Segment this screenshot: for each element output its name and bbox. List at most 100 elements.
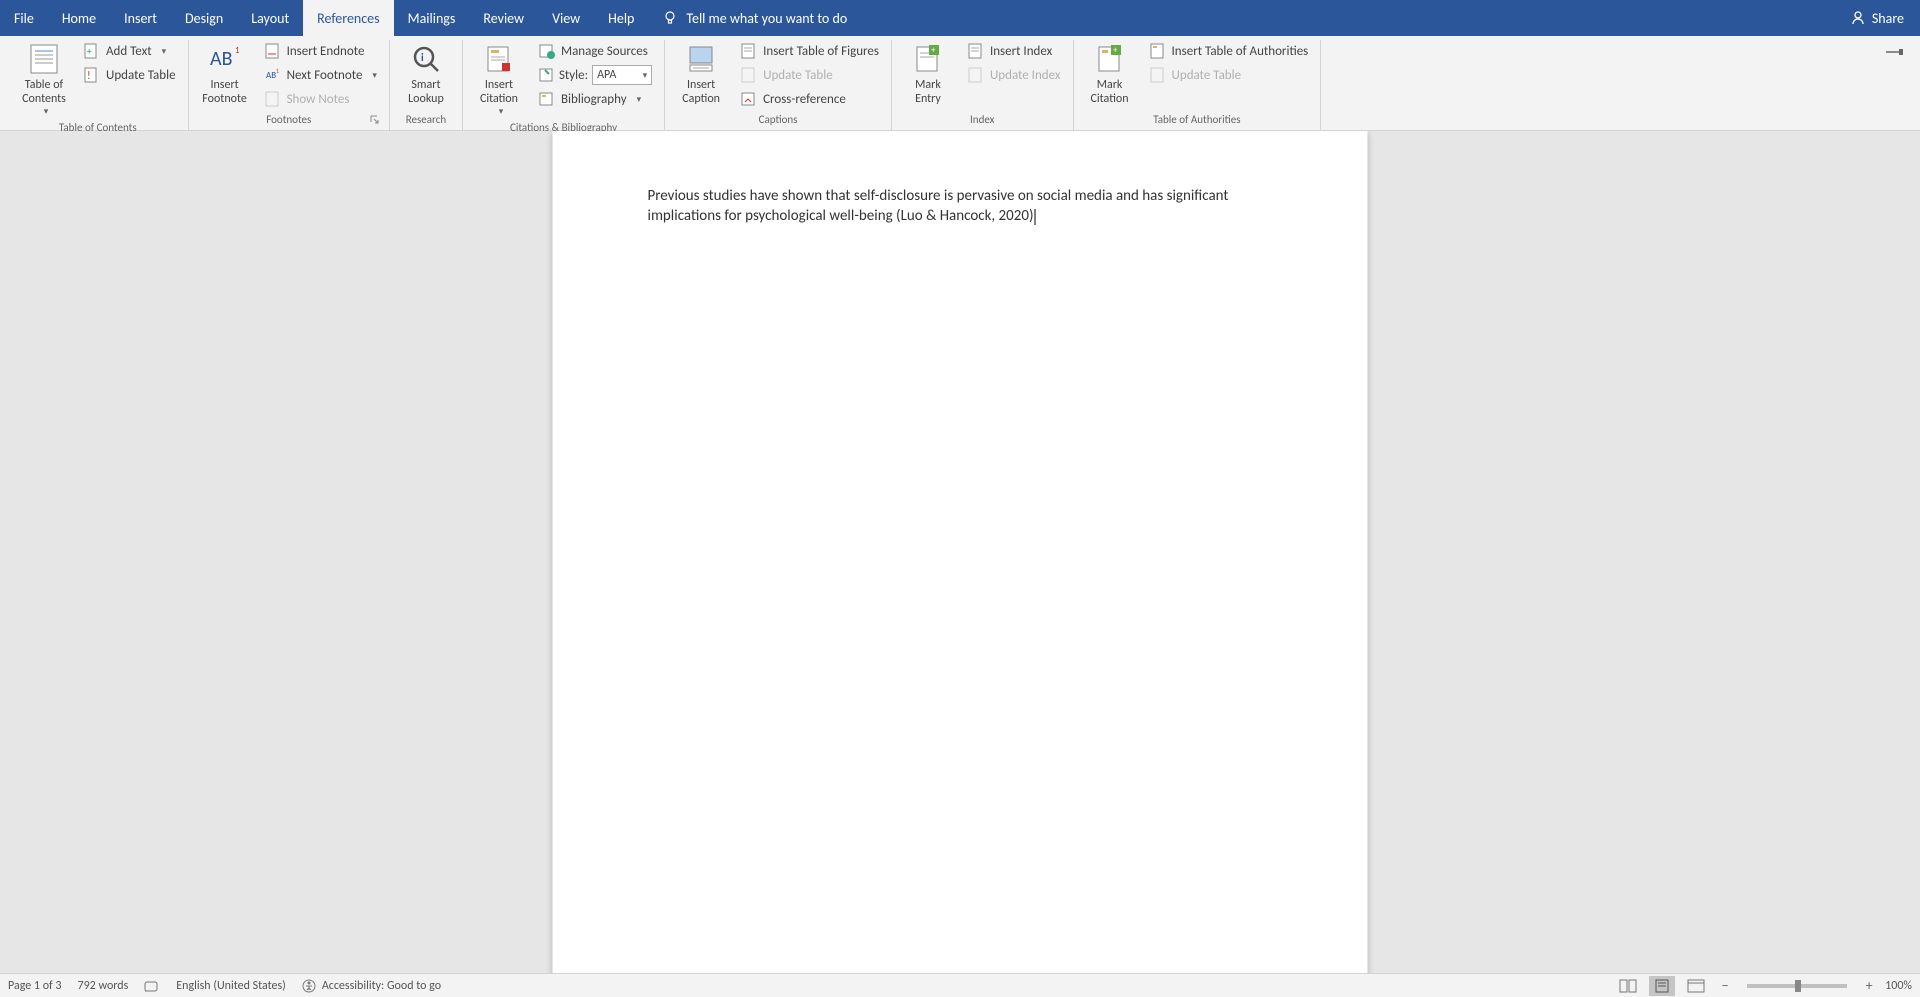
read-mode-icon: [1619, 979, 1637, 993]
show-notes-icon: [265, 91, 281, 107]
table-of-contents-button[interactable]: Table of Contents ▾: [14, 40, 74, 119]
web-layout-icon: [1687, 979, 1705, 993]
style-icon: [539, 67, 555, 83]
collapse-ribbon-icon[interactable]: [1886, 46, 1904, 58]
chevron-down-icon: ▾: [162, 46, 167, 57]
footnotes-dialog-launcher[interactable]: [369, 114, 381, 126]
tab-insert[interactable]: Insert: [110, 0, 171, 36]
web-layout-button[interactable]: [1683, 976, 1709, 996]
chevron-down-icon: ▾: [643, 70, 648, 81]
update-table-button[interactable]: ! Update Table: [78, 64, 182, 86]
tell-me-search[interactable]: Tell me what you want to do: [648, 0, 861, 36]
insert-table-of-figures-button[interactable]: Insert Table of Figures: [735, 40, 885, 62]
endnote-icon: [265, 43, 281, 59]
group-captions: Insert Caption Insert Table of Figures U…: [665, 40, 892, 130]
svg-text:1: 1: [235, 45, 240, 56]
tab-file[interactable]: File: [0, 0, 48, 36]
tab-home[interactable]: Home: [48, 0, 110, 36]
insert-table-of-authorities-button[interactable]: Insert Table of Authorities: [1144, 40, 1315, 62]
insert-index-icon: [968, 43, 984, 59]
smart-lookup-button[interactable]: i Smart Lookup: [396, 40, 456, 108]
status-page[interactable]: Page 1 of 3: [8, 979, 62, 993]
citation-style-select[interactable]: APA ▾: [592, 65, 652, 85]
tab-mailings[interactable]: Mailings: [394, 0, 470, 36]
citation-icon: [482, 42, 516, 76]
authorities-update-table-button: Update Table: [1144, 64, 1315, 86]
group-index: + Mark Entry Insert Index Update Index I…: [892, 40, 1074, 130]
group-footnotes: AB1 Insert Footnote Insert Endnote AB1 N…: [189, 40, 390, 130]
next-footnote-button[interactable]: AB1 Next Footnote ▾: [259, 64, 383, 86]
tab-references[interactable]: References: [303, 0, 393, 36]
cross-reference-button[interactable]: Cross-reference: [735, 88, 885, 110]
citation-style-row: Style: APA ▾: [533, 64, 658, 86]
zoom-out-button[interactable]: −: [1717, 977, 1733, 994]
group-research: i Smart Lookup Research: [390, 40, 463, 130]
table-of-figures-icon: [741, 43, 757, 59]
lightbulb-icon: [662, 10, 678, 26]
insert-caption-button[interactable]: Insert Caption: [671, 40, 731, 108]
insert-index-button[interactable]: Insert Index: [962, 40, 1067, 62]
spellcheck-icon: [144, 979, 160, 993]
zoom-in-button[interactable]: +: [1861, 977, 1877, 994]
ribbon: Table of Contents ▾ + Add Text ▾ ! Updat…: [0, 36, 1920, 131]
insert-citation-button[interactable]: Insert Citation ▾: [469, 40, 529, 119]
zoom-level[interactable]: 100%: [1885, 979, 1912, 993]
zoom-slider[interactable]: [1747, 984, 1847, 988]
tab-review[interactable]: Review: [469, 0, 538, 36]
update-index-icon: [968, 67, 984, 83]
zoom-slider-thumb[interactable]: [1795, 980, 1801, 992]
update-table-icon: [741, 67, 757, 83]
text-cursor: [1035, 209, 1036, 225]
print-layout-button[interactable]: [1649, 976, 1675, 996]
svg-text:+: +: [87, 46, 92, 57]
read-mode-button[interactable]: [1615, 976, 1641, 996]
caption-icon: [684, 42, 718, 76]
status-bar: Page 1 of 3 792 words English (United St…: [0, 973, 1920, 997]
tab-design[interactable]: Design: [171, 0, 237, 36]
page[interactable]: Previous studies have shown that self-di…: [553, 131, 1368, 973]
svg-text:+: +: [1113, 45, 1118, 56]
next-footnote-icon: AB1: [265, 67, 281, 83]
add-text-button[interactable]: + Add Text ▾: [78, 40, 182, 62]
toc-icon: [27, 42, 61, 76]
document-area[interactable]: Previous studies have shown that self-di…: [0, 131, 1920, 973]
show-notes-button: Show Notes: [259, 88, 383, 110]
share-icon: [1850, 10, 1866, 26]
tell-me-placeholder: Tell me what you want to do: [686, 10, 847, 27]
print-layout-icon: [1653, 979, 1671, 993]
accessibility-icon: [302, 979, 316, 993]
tab-help[interactable]: Help: [594, 0, 648, 36]
chevron-down-icon: ▾: [44, 106, 49, 117]
group-label-authorities: Table of Authorities: [1080, 111, 1315, 130]
footnote-icon: AB1: [208, 42, 242, 76]
chevron-down-icon: ▾: [499, 106, 504, 117]
mark-entry-button[interactable]: + Mark Entry: [898, 40, 958, 108]
svg-text:AB: AB: [266, 70, 276, 81]
cross-reference-icon: [741, 91, 757, 107]
group-toc: Table of Contents ▾ + Add Text ▾ ! Updat…: [8, 40, 189, 130]
smart-lookup-icon: i: [409, 42, 443, 76]
chevron-down-icon: ▾: [637, 94, 642, 105]
tab-view[interactable]: View: [538, 0, 594, 36]
group-label-captions: Captions: [671, 111, 885, 130]
insert-endnote-button[interactable]: Insert Endnote: [259, 40, 383, 62]
tab-layout[interactable]: Layout: [237, 0, 303, 36]
update-table-icon: [1150, 67, 1166, 83]
document-paragraph[interactable]: Previous studies have shown that self-di…: [648, 186, 1273, 226]
status-accessibility[interactable]: Accessibility: Good to go: [302, 979, 441, 993]
status-word-count[interactable]: 792 words: [78, 979, 129, 993]
insert-footnote-button[interactable]: AB1 Insert Footnote: [195, 40, 255, 108]
svg-text:i: i: [421, 51, 424, 64]
share-button[interactable]: Share: [1834, 0, 1920, 36]
group-label-research: Research: [396, 111, 456, 130]
bibliography-button[interactable]: Bibliography ▾: [533, 88, 658, 110]
status-spellcheck[interactable]: [144, 979, 160, 993]
group-authorities: + Mark Citation Insert Table of Authorit…: [1074, 40, 1322, 130]
status-language[interactable]: English (United States): [176, 979, 286, 993]
mark-citation-button[interactable]: + Mark Citation: [1080, 40, 1140, 108]
svg-text:AB: AB: [210, 47, 233, 71]
group-label-footnotes: Footnotes: [195, 111, 383, 130]
manage-sources-button[interactable]: Manage Sources: [533, 40, 658, 62]
add-text-icon: +: [84, 43, 100, 59]
captions-update-table-button: Update Table: [735, 64, 885, 86]
